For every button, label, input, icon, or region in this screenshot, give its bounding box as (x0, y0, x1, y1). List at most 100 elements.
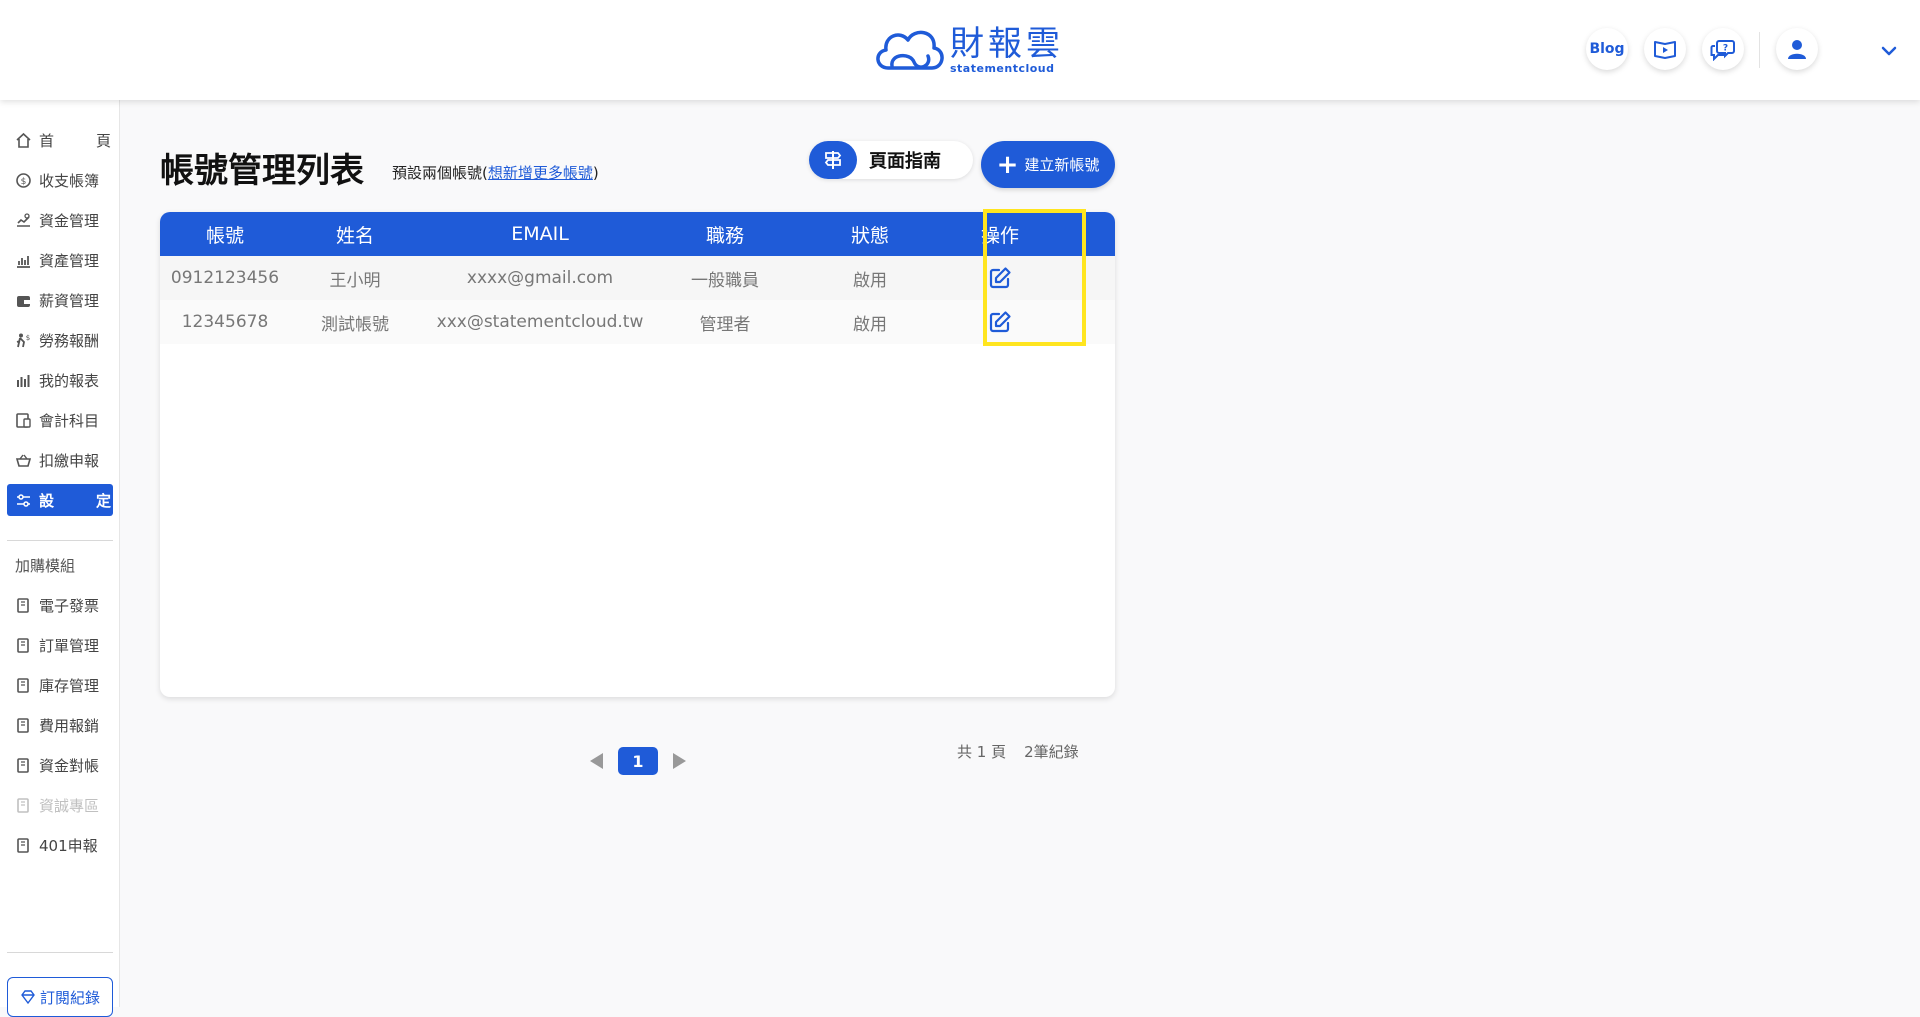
cell-actions (950, 300, 1050, 344)
cell-status: 啟用 (853, 314, 887, 335)
module-book-icon (17, 757, 29, 773)
ledger-icon (16, 412, 31, 428)
cell-actions (950, 256, 1050, 300)
column-header-account: 帳號 (205, 224, 244, 247)
module-book-icon (17, 837, 29, 853)
table-row: 12345678 測試帳號 xxx@statementcloud.tw 管理者 … (160, 300, 1115, 344)
add-more-accounts-link[interactable]: 想新增更多帳號 (488, 164, 593, 182)
svg-text:?: ? (1723, 44, 1728, 54)
sidebar-item-label: 資金管理 (39, 211, 100, 230)
signpost-icon (824, 151, 842, 169)
sidebar-item-pwc-zone: 資誠專區 (7, 789, 113, 821)
video-book-icon (1654, 41, 1676, 59)
module-book-icon (17, 637, 29, 653)
brand-logo[interactable]: 財報雲 statementcloud (870, 22, 1064, 78)
sidebar-item-reports[interactable]: 我的報表 (7, 364, 113, 396)
module-book-icon (17, 797, 29, 813)
page-number-button[interactable]: 1 (618, 747, 658, 775)
cell-name: 測試帳號 (321, 314, 389, 335)
pagination-info: 共 1 頁 2筆紀錄 (957, 741, 1097, 762)
cell-name: 王小明 (329, 270, 381, 291)
sidebar-item-label: 庫存管理 (39, 676, 100, 695)
sidebar-item-funds[interactable]: 資金管理 (7, 204, 113, 236)
wallet-icon (17, 295, 30, 307)
user-avatar-button[interactable] (1776, 28, 1818, 70)
page-title: 帳號管理列表 (160, 151, 364, 191)
sidebar-item-label: 資金對帳 (39, 756, 100, 775)
top-header: 財報雲 statementcloud Blog ? (0, 0, 1920, 100)
subscription-label: 訂閱紀錄 (39, 988, 100, 1007)
sidebar-item-label: 頁 (95, 131, 111, 150)
module-book-icon (17, 717, 29, 733)
create-account-label: 建立新帳號 (1024, 156, 1100, 174)
user-icon (1788, 40, 1806, 59)
sidebar-item-reconciliation[interactable]: 資金對帳 (7, 749, 113, 781)
home-icon (16, 132, 31, 148)
hand-money-icon (17, 212, 30, 227)
subtitle-text: 預設兩個帳號( (392, 164, 488, 182)
header-divider (1759, 32, 1760, 68)
sidebar-item-label: 401申報 (39, 836, 98, 855)
cloud-logo-icon (876, 30, 944, 70)
diamond-icon (21, 990, 35, 1005)
sidebar-item-label: 定 (95, 491, 111, 510)
sidebar-divider (7, 540, 113, 541)
sidebar-item-settings[interactable]: 設定 (7, 484, 113, 516)
coin-cycle-icon: $ (16, 172, 31, 188)
sidebar-item-label: 設 (39, 491, 55, 510)
sidebar-item-labor-pay[interactable]: $ 勞務報酬 (7, 324, 113, 356)
next-page-icon[interactable] (671, 751, 689, 771)
sidebar-item-expenses[interactable]: 費用報銷 (7, 709, 113, 741)
column-header-status: 狀態 (850, 224, 889, 247)
sidebar-item-e-invoice[interactable]: 電子發票 (7, 589, 113, 621)
sidebar-item-label: 電子發票 (39, 596, 100, 615)
plus-icon: + (996, 149, 1019, 180)
basket-icon (15, 454, 32, 467)
sidebar-item-cashbook[interactable]: $ 收支帳簿 (7, 164, 113, 196)
sidebar-item-label: 扣繳申報 (39, 451, 100, 470)
page-subtitle: 預設兩個帳號(想新增更多帳號) (392, 162, 599, 183)
chevron-down-icon[interactable] (1878, 40, 1900, 62)
sidebar-item-label: 資產管理 (39, 251, 100, 270)
cell-role: 管理者 (699, 314, 751, 335)
help-button[interactable]: ? (1702, 28, 1744, 70)
sidebar-item-label: 費用報銷 (39, 716, 100, 735)
subscription-history-button[interactable]: 訂閱紀錄 (7, 977, 113, 1017)
sidebar-item-home[interactable]: 首頁 (7, 124, 113, 156)
column-header-role: 職務 (705, 224, 744, 247)
create-account-button[interactable]: + 建立新帳號 (981, 141, 1115, 188)
cell-status: 啟用 (853, 270, 887, 291)
previous-page-icon[interactable] (587, 751, 605, 771)
sidebar-item-label: 資誠專區 (39, 796, 100, 815)
sidebar: 首頁 $ 收支帳簿 資金管理 資產管理 薪資管理 $ 勞務報酬 我的報表 會計科… (0, 100, 120, 1017)
sidebar-item-assets[interactable]: 資產管理 (7, 244, 113, 276)
sidebar-item-withholding[interactable]: 扣繳申報 (7, 444, 113, 476)
page-guide-button[interactable]: 頁面指南 (809, 141, 973, 179)
accounts-table: 帳號 姓名 EMAIL 職務 狀態 操作 0912123456 王小明 xxxx… (160, 212, 1115, 697)
video-tutorial-button[interactable] (1644, 28, 1686, 70)
blog-button[interactable]: Blog (1586, 28, 1628, 70)
sidebar-item-orders[interactable]: 訂單管理 (7, 629, 113, 661)
module-book-icon (17, 677, 29, 693)
svg-text:$: $ (26, 334, 30, 342)
cell-email: xxxx@gmail.com (466, 268, 614, 288)
signpost-icon-wrap (809, 141, 857, 179)
report-bars-icon (17, 374, 30, 387)
sidebar-item-label: 我的報表 (39, 371, 100, 390)
edit-icon[interactable] (988, 266, 1012, 290)
question-chat-icon: ? (1710, 40, 1735, 61)
sidebar-item-label: 收支帳簿 (39, 171, 100, 190)
sliders-icon (17, 493, 30, 507)
sidebar-item-label: 勞務報酬 (39, 331, 100, 350)
total-records: 2筆紀錄 (1024, 743, 1079, 761)
cell-role: 一般職員 (691, 270, 759, 291)
total-pages: 共 1 頁 (957, 743, 1007, 761)
sidebar-item-payroll[interactable]: 薪資管理 (7, 284, 113, 316)
sidebar-item-accounts[interactable]: 會計科目 (7, 404, 113, 436)
cell-email: xxx@statementcloud.tw (436, 312, 644, 332)
cell-account: 0912123456 (170, 268, 280, 288)
edit-icon[interactable] (988, 310, 1012, 334)
sidebar-item-inventory[interactable]: 庫存管理 (7, 669, 113, 701)
subtitle-text: ) (592, 164, 599, 182)
sidebar-item-401-filing[interactable]: 401申報 (7, 829, 113, 861)
